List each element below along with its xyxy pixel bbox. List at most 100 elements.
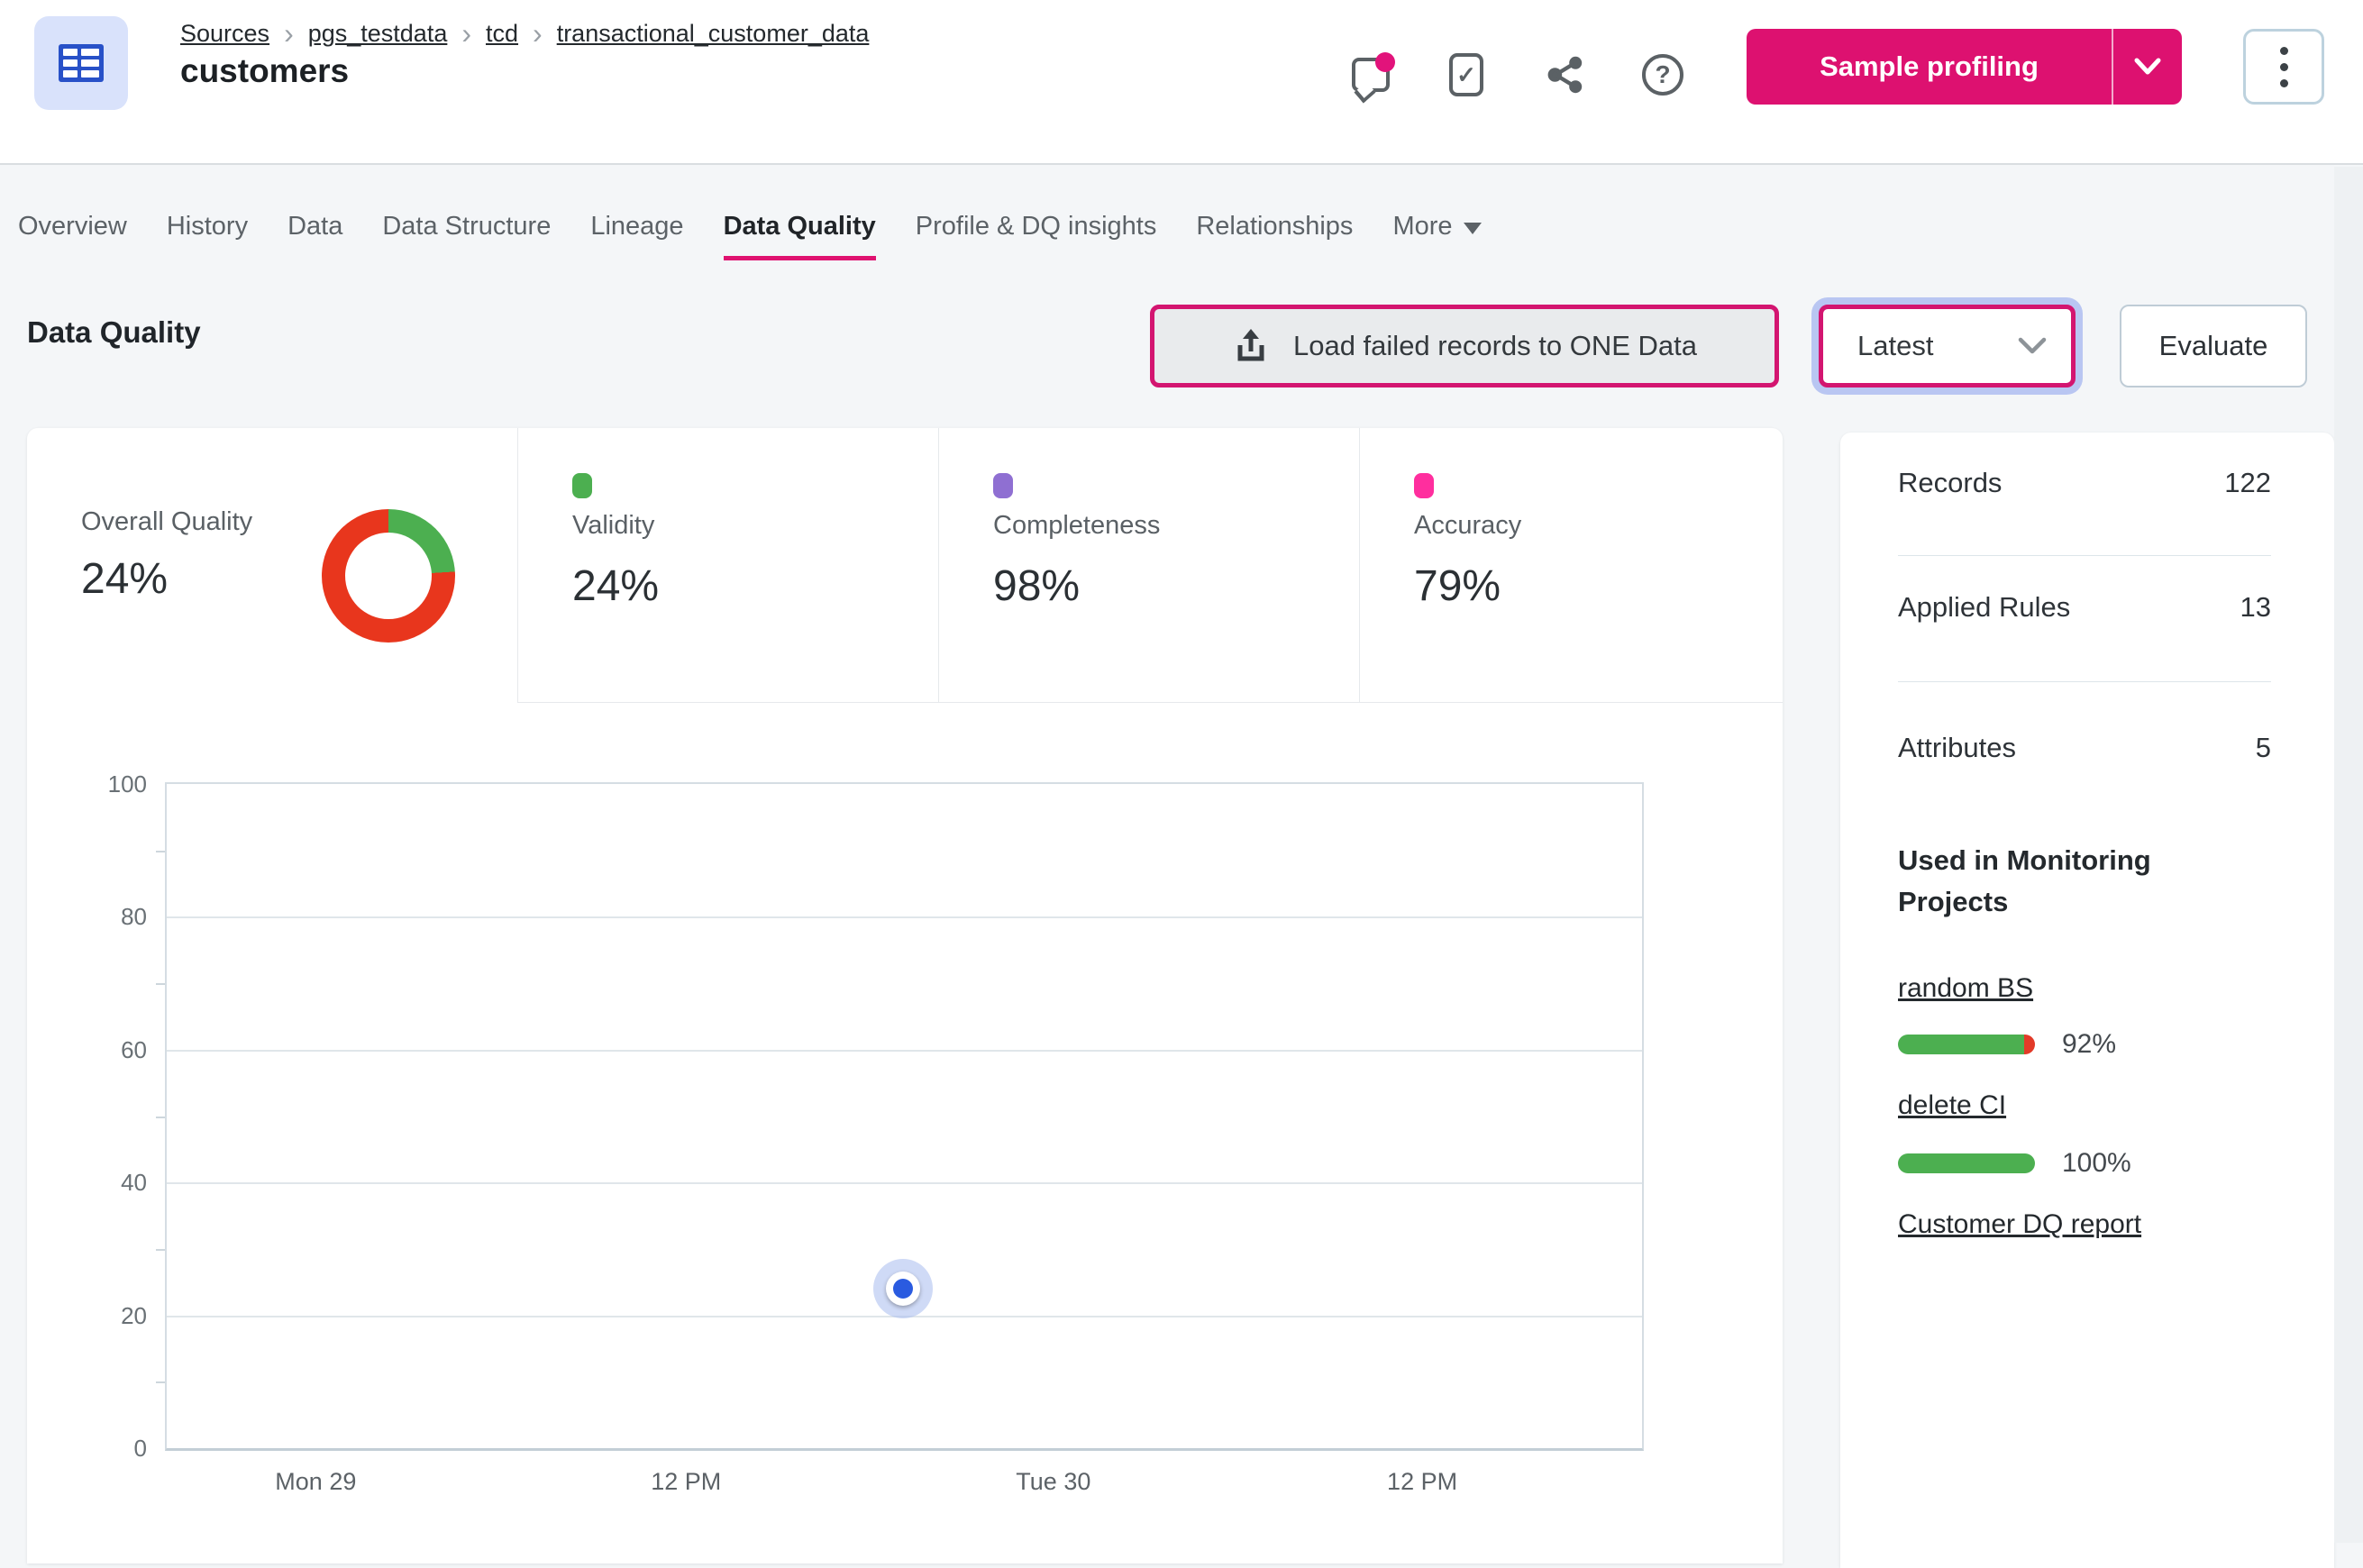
- monitoring-projects-heading: Used in Monitoring Projects: [1898, 844, 2151, 917]
- project-link-customer-dq-report[interactable]: Customer DQ report: [1898, 1209, 2141, 1240]
- comments-button[interactable]: [1348, 52, 1395, 97]
- tasks-button[interactable]: ✓: [1444, 52, 1489, 97]
- applied-rules-stat: Applied Rules 13: [1898, 591, 2271, 624]
- load-failed-records-button[interactable]: Load failed records to ONE Data: [1150, 305, 1779, 387]
- notification-dot: [1375, 52, 1395, 72]
- x-axis-tick: Tue 30: [1016, 1468, 1091, 1495]
- applied-rules-label: Applied Rules: [1898, 591, 2071, 623]
- evaluate-button[interactable]: Evaluate: [2120, 305, 2307, 387]
- breadcrumb-tcd[interactable]: tcd: [486, 20, 518, 48]
- progress-bar: [1898, 1153, 2035, 1173]
- chart-point[interactable]: [872, 1259, 933, 1319]
- attributes-label: Attributes: [1898, 732, 2016, 763]
- tab-overview[interactable]: Overview: [18, 212, 127, 256]
- project-score: 92%: [2062, 1029, 2117, 1059]
- y-axis-tick: 0: [133, 1435, 147, 1462]
- progress-bad: [2023, 1035, 2035, 1054]
- overall-quality-donut: [322, 509, 455, 643]
- gridline: [167, 1182, 1642, 1185]
- tab-profile-dq-insights[interactable]: Profile & DQ insights: [916, 212, 1157, 256]
- minor-tick: [156, 1381, 165, 1384]
- tab-data-structure[interactable]: Data Structure: [382, 212, 551, 256]
- chart-point-ring: [885, 1272, 920, 1307]
- details-sidebar: Records 122 Applied Rules 13 Attributes …: [1840, 433, 2334, 1568]
- table-icon: [59, 44, 104, 82]
- project-score-row: 100%: [1898, 1148, 2131, 1179]
- page-gutter: [2334, 167, 2363, 1543]
- completeness-value: 98%: [993, 562, 1081, 610]
- y-axis-tick: 40: [121, 1169, 147, 1197]
- validity-card: Validity 24%: [517, 428, 938, 703]
- tab-relationships[interactable]: Relationships: [1196, 212, 1353, 256]
- breadcrumb: Sources › pgs_testdata › tcd › transacti…: [180, 17, 870, 50]
- more-options-button[interactable]: [2243, 29, 2324, 105]
- tab-data-quality[interactable]: Data Quality: [723, 212, 876, 260]
- attributes-stat: Attributes 5: [1898, 732, 2271, 764]
- help-icon: ?: [1642, 54, 1683, 96]
- divider: [1898, 555, 2271, 556]
- version-select-value: Latest: [1857, 330, 1934, 361]
- project-link-delete-ci[interactable]: delete CI: [1898, 1090, 2006, 1121]
- validity-label: Validity: [572, 511, 655, 540]
- accuracy-label: Accuracy: [1414, 511, 1522, 540]
- divider: [1898, 681, 2271, 682]
- chevron-right-icon: ›: [461, 17, 471, 50]
- chevron-down-icon: [2134, 58, 2161, 75]
- checkbox-icon: ✓: [1449, 53, 1483, 96]
- caret-down-icon: [1463, 223, 1482, 234]
- chevron-right-icon: ›: [533, 17, 543, 50]
- records-stat: Records 122: [1898, 467, 2271, 499]
- applied-rules-value: 13: [2240, 591, 2271, 623]
- minor-tick: [156, 1248, 165, 1251]
- project-link-random-bs[interactable]: random BS: [1898, 973, 2033, 1004]
- progress-good: [1898, 1035, 2024, 1054]
- breadcrumb-sources[interactable]: Sources: [180, 20, 269, 48]
- overall-quality-card: Overall Quality 24%: [27, 428, 517, 703]
- asset-title: customers: [180, 52, 350, 89]
- overall-quality-value: 24%: [81, 555, 169, 603]
- validity-value: 24%: [572, 562, 660, 610]
- sample-profiling-button[interactable]: Sample profiling: [1747, 29, 2182, 105]
- tab-bar: Overview History Data Data Structure Lin…: [18, 212, 1482, 260]
- breadcrumb-pgs-testdata[interactable]: pgs_testdata: [308, 20, 448, 48]
- x-axis-tick: 12 PM: [1387, 1468, 1458, 1495]
- chevron-down-icon: [2018, 337, 2047, 354]
- accuracy-card: Accuracy 79%: [1359, 428, 1783, 703]
- tab-more[interactable]: More: [1392, 212, 1482, 256]
- tab-lineage[interactable]: Lineage: [590, 212, 683, 256]
- y-axis-tick: 20: [121, 1301, 147, 1329]
- y-axis-tick: 100: [107, 770, 147, 798]
- load-failed-records-label: Load failed records to ONE Data: [1292, 330, 1698, 361]
- records-value: 122: [2224, 467, 2271, 498]
- table-entity-icon: [34, 16, 128, 110]
- project-score-row: 92%: [1898, 1029, 2116, 1060]
- data-quality-panel: Overall Quality 24% Validity 24% Complet…: [27, 428, 1783, 1563]
- y-axis-tick: 80: [121, 903, 147, 931]
- progress-bar: [1898, 1035, 2035, 1054]
- version-select[interactable]: Latest: [1819, 305, 2076, 387]
- y-axis-tick: 60: [121, 1035, 147, 1063]
- help-button[interactable]: ?: [1640, 52, 1685, 97]
- records-label: Records: [1898, 467, 2003, 498]
- progress-good: [1898, 1153, 2035, 1173]
- completeness-label: Completeness: [993, 511, 1161, 540]
- tab-history[interactable]: History: [167, 212, 248, 256]
- chart-point-core: [892, 1279, 913, 1299]
- accuracy-badge-icon: [1414, 473, 1434, 498]
- comment-bubble-icon: [1352, 52, 1395, 92]
- sample-profiling-dropdown[interactable]: [2113, 29, 2182, 105]
- sample-profiling-label: Sample profiling: [1820, 50, 2039, 82]
- gridline: [167, 916, 1642, 919]
- project-score: 100%: [2062, 1148, 2131, 1178]
- tab-data[interactable]: Data: [287, 212, 342, 256]
- minor-tick: [156, 1116, 165, 1118]
- validity-badge-icon: [572, 473, 592, 498]
- completeness-card: Completeness 98%: [938, 428, 1359, 703]
- share-button[interactable]: [1543, 52, 1588, 97]
- overall-quality-label: Overall Quality: [81, 507, 253, 536]
- attributes-value: 5: [2255, 732, 2271, 763]
- chevron-right-icon: ›: [284, 17, 294, 50]
- header: Sources › pgs_testdata › tcd › transacti…: [0, 0, 2363, 165]
- minor-tick: [156, 983, 165, 986]
- breadcrumb-transactional-customer-data[interactable]: transactional_customer_data: [557, 20, 870, 48]
